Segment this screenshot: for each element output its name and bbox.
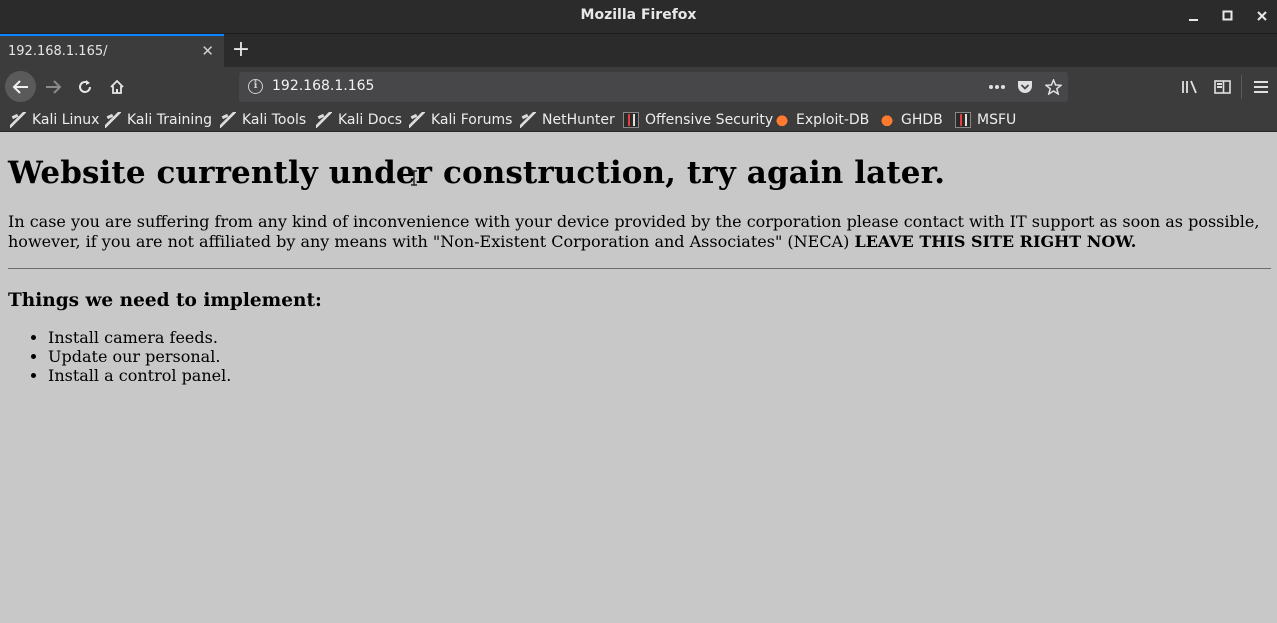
text-cursor-icon: [411, 170, 417, 186]
exploit-db-icon: [879, 112, 895, 128]
window-title: Mozilla Firefox: [580, 7, 697, 23]
bookmarks-toolbar: Kali Linux Kali Training Kali Tools Kali…: [0, 107, 1277, 132]
site-info-icon[interactable]: i: [248, 79, 263, 94]
navigation-toolbar: i 192.168.1.165: [0, 67, 1277, 107]
bookmark-label: MSFU: [977, 112, 1017, 128]
kali-dragon-icon: [220, 112, 236, 128]
new-tab-button[interactable]: +: [228, 37, 254, 65]
page-heading: Website currently under construction, tr…: [8, 155, 946, 191]
kali-dragon-icon: [316, 112, 332, 128]
toolbar-separator: [1241, 75, 1242, 99]
forward-button[interactable]: [38, 72, 68, 102]
tab-active[interactable]: 192.168.1.165/ ✕: [0, 34, 224, 68]
kali-dragon-icon: [10, 112, 26, 128]
close-tab-icon[interactable]: ✕: [201, 42, 214, 60]
library-icon[interactable]: [1176, 73, 1204, 101]
hamburger-menu-icon[interactable]: [1247, 73, 1275, 101]
bookmark-label: Kali Tools: [242, 112, 307, 128]
reload-button[interactable]: [70, 72, 100, 102]
back-button[interactable]: [5, 71, 36, 102]
offsec-icon: [955, 112, 971, 128]
url-text[interactable]: 192.168.1.165: [272, 78, 374, 94]
bookmark-msfu[interactable]: MSFU: [955, 110, 1016, 130]
bookmark-star-icon[interactable]: [1042, 76, 1064, 98]
home-button[interactable]: [102, 72, 132, 102]
url-bar[interactable]: i 192.168.1.165: [239, 72, 1068, 102]
list-item: Install a control panel.: [48, 366, 1271, 385]
bookmark-label: GHDB: [901, 112, 943, 128]
page-actions-icon[interactable]: [986, 76, 1008, 98]
tab-strip: 192.168.1.165/ ✕ +: [0, 33, 1277, 68]
kali-dragon-icon: [409, 112, 425, 128]
kali-dragon-icon: [105, 112, 121, 128]
window-titlebar: Mozilla Firefox: [0, 0, 1277, 33]
sidebar-toggle-icon[interactable]: [1208, 73, 1236, 101]
maximize-icon[interactable]: [1215, 4, 1241, 28]
bookmark-label: NetHunter: [542, 112, 615, 128]
bookmark-offensive-security[interactable]: Offensive Security: [623, 110, 773, 130]
bookmark-kali-forums[interactable]: Kali Forums: [409, 110, 512, 130]
bookmark-label: Kali Training: [127, 112, 212, 128]
todo-list: Install camera feeds. Update our persona…: [8, 328, 1271, 385]
bookmark-kali-training[interactable]: Kali Training: [105, 110, 212, 130]
minimize-icon[interactable]: [1181, 4, 1207, 28]
divider: [8, 268, 1271, 269]
bookmark-ghdb[interactable]: GHDB: [879, 110, 943, 130]
warning-text: LEAVE THIS SITE RIGHT NOW.: [854, 232, 1137, 251]
tab-title: 192.168.1.165/: [8, 44, 108, 59]
bookmark-label: Exploit-DB: [796, 112, 870, 128]
exploit-db-icon: [774, 112, 790, 128]
pocket-icon[interactable]: [1014, 76, 1036, 98]
kali-dragon-icon: [520, 112, 536, 128]
bookmark-kali-tools[interactable]: Kali Tools: [220, 110, 306, 130]
bookmark-label: Kali Linux: [32, 112, 100, 128]
close-window-icon[interactable]: [1249, 4, 1275, 28]
bookmark-nethunter[interactable]: NetHunter: [520, 110, 615, 130]
list-item: Install camera feeds.: [48, 328, 1271, 347]
bookmark-label: Kali Forums: [431, 112, 513, 128]
bookmark-kali-docs[interactable]: Kali Docs: [316, 110, 402, 130]
bookmark-label: Offensive Security: [645, 112, 774, 128]
notice-paragraph: In case you are suffering from any kind …: [8, 212, 1271, 252]
todo-heading: Things we need to implement:: [8, 290, 322, 311]
bookmark-kali-linux[interactable]: Kali Linux: [10, 110, 99, 130]
page-content: Website currently under construction, tr…: [8, 133, 1271, 385]
offsec-icon: [623, 112, 639, 128]
bookmark-label: Kali Docs: [338, 112, 403, 128]
list-item: Update our personal.: [48, 347, 1271, 366]
bookmark-exploit-db[interactable]: Exploit-DB: [774, 110, 869, 130]
